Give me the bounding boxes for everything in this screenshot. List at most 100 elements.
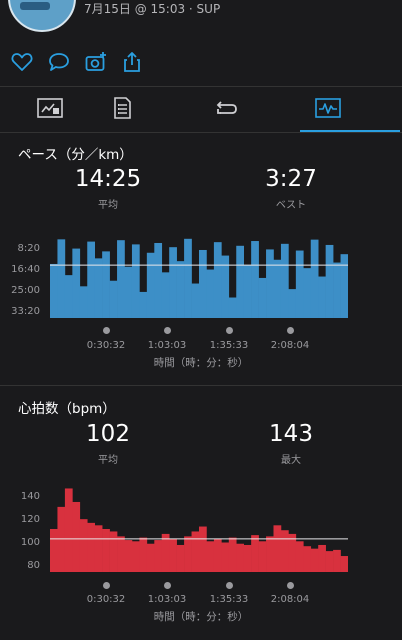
pace-y-tick: 25:00 xyxy=(11,285,40,296)
heart-rate-bar xyxy=(131,541,140,572)
pace-x-tick: 0:30:32 xyxy=(86,340,126,351)
pace-bar xyxy=(87,241,95,318)
heart-rate-bar xyxy=(146,543,155,572)
heart-rate-max-value: 143 xyxy=(269,421,313,447)
heart-rate-average-label: 平均 xyxy=(98,455,118,466)
pace-bar xyxy=(124,266,133,318)
heart-rate-bar xyxy=(221,542,230,572)
pace-bar xyxy=(94,258,103,318)
heart-rate-chart[interactable] xyxy=(50,486,348,572)
heart-y-tick: 80 xyxy=(27,560,40,571)
pace-bar xyxy=(139,291,148,318)
pace-y-tick: 16:40 xyxy=(11,264,40,275)
heart-rate-bar xyxy=(280,530,289,572)
heart-rate-bar xyxy=(94,525,103,572)
pace-average-value: 14:25 xyxy=(74,166,142,192)
tab-details[interactable] xyxy=(100,86,200,132)
heart-y-tick: 100 xyxy=(20,537,40,548)
pace-bar xyxy=(199,249,207,318)
heart-rate-bar xyxy=(333,549,341,572)
heart-rate-bar xyxy=(213,538,222,572)
pace-x-tick: 1:35:33 xyxy=(209,340,249,351)
heart-rate-bar xyxy=(318,544,326,572)
pace-bar xyxy=(50,263,58,318)
summary-chart-icon xyxy=(37,98,63,118)
pace-bar xyxy=(161,272,170,318)
pace-bar xyxy=(280,243,289,318)
pace-bar xyxy=(310,239,319,318)
heart-rate-bar xyxy=(154,540,163,572)
heart-x-marker[interactable] xyxy=(226,582,233,589)
pace-x-marker[interactable] xyxy=(226,327,233,334)
pace-chart[interactable] xyxy=(50,236,348,318)
pace-bar xyxy=(57,239,66,318)
heart-rate-max-label: 最大 xyxy=(281,455,301,466)
pace-bar xyxy=(303,268,312,318)
heart-rate-bar xyxy=(79,519,88,572)
pace-bar xyxy=(146,252,155,318)
heart-rate-bar xyxy=(124,540,133,572)
add-photo-icon[interactable] xyxy=(84,50,108,74)
pace-bar xyxy=(109,280,118,318)
heart-y-tick: 140 xyxy=(20,491,40,502)
heart-rate-bar xyxy=(266,536,274,572)
activity-header: 7月15日 @ 15:03 · SUP xyxy=(0,0,402,38)
heart-x-marker[interactable] xyxy=(164,582,171,589)
tab-laps[interactable] xyxy=(200,86,300,132)
pace-bar xyxy=(340,254,348,318)
pace-bar xyxy=(318,276,326,318)
heart-x-marker[interactable] xyxy=(287,582,294,589)
graph-icon xyxy=(315,98,341,118)
tab-graphs[interactable] xyxy=(300,86,400,132)
heart-rate-bar xyxy=(117,536,125,572)
activity-avatar[interactable] xyxy=(8,0,76,32)
pace-bar xyxy=(169,247,177,318)
heart-rate-bar xyxy=(243,544,252,572)
pace-bar xyxy=(213,242,222,318)
pace-bar xyxy=(102,251,110,318)
pace-bar xyxy=(266,249,274,318)
pace-bar xyxy=(131,244,140,318)
heart-rate-bar xyxy=(228,537,237,572)
pace-bar xyxy=(206,269,215,318)
pace-best-value: 3:27 xyxy=(265,166,317,192)
heart-rate-bar xyxy=(176,544,185,572)
pace-bar xyxy=(228,297,237,318)
heart-rate-bar xyxy=(109,531,118,572)
pace-average-label: 平均 xyxy=(98,200,118,211)
pace-bar xyxy=(184,238,192,318)
heart-rate-bar xyxy=(288,533,297,572)
heart-rate-bar xyxy=(50,529,58,572)
pace-bar xyxy=(273,259,282,318)
comment-icon[interactable] xyxy=(47,50,71,74)
section-divider xyxy=(0,385,402,386)
heart-rate-bar xyxy=(102,529,110,572)
pace-x-marker[interactable] xyxy=(287,327,294,334)
heart-rate-bar xyxy=(340,556,348,572)
heart-x-axis-title: 時間（時：分：秒） xyxy=(153,611,249,623)
heart-rate-bar xyxy=(251,535,259,572)
heart-rate-bar xyxy=(325,551,334,572)
pace-y-tick: 8:20 xyxy=(17,243,40,254)
share-icon[interactable] xyxy=(120,50,144,74)
heart-icon[interactable] xyxy=(10,50,34,74)
heart-x-tick: 1:03:03 xyxy=(147,594,187,605)
heart-rate-bar xyxy=(139,537,148,572)
heart-x-marker[interactable] xyxy=(103,582,110,589)
heart-y-tick: 120 xyxy=(20,514,40,525)
heart-rate-bar xyxy=(236,543,244,572)
pace-x-marker[interactable] xyxy=(103,327,110,334)
heart-rate-title: 心拍数（bpm） xyxy=(18,401,116,417)
pace-bar xyxy=(191,283,200,318)
heart-rate-bar xyxy=(303,546,312,572)
pace-x-marker[interactable] xyxy=(164,327,171,334)
pace-y-tick: 33:20 xyxy=(11,306,40,317)
pace-bar xyxy=(295,250,304,318)
pace-x-axis-title: 時間（時：分：秒） xyxy=(153,357,249,369)
pace-bar xyxy=(176,261,185,318)
pace-title: ペース（分／km） xyxy=(18,147,133,163)
tab-summary[interactable] xyxy=(0,86,100,132)
pace-x-tick: 1:03:03 xyxy=(147,340,187,351)
pace-bar xyxy=(243,265,252,318)
heart-rate-bar xyxy=(161,533,170,572)
